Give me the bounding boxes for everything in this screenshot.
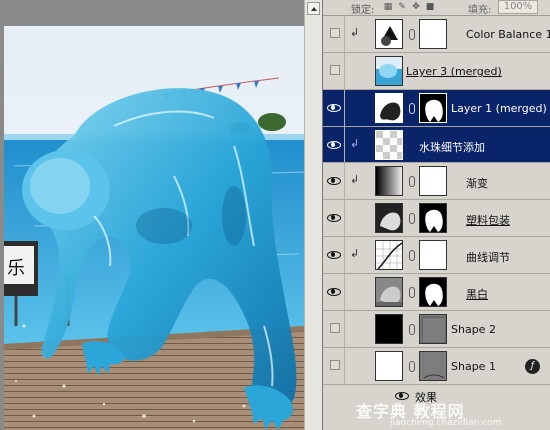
layer-thumbnail [375,130,403,160]
layer-list: ↲ Color Balance 1 Layer 3 (merged) Layer… [323,16,550,407]
eye-icon[interactable] [327,287,341,296]
layer-row-plastic-wrap[interactable]: 塑料包装 [323,200,550,237]
layers-panel: 锁定: ▦ ✎ ✥ ■ 填充: 100% ↲ Color Balance 1 L… [322,0,550,430]
layer-row-shape-2[interactable]: Shape 2 [323,311,550,348]
layer-thumbnail [375,277,403,307]
layer-row-layer-1-merged[interactable]: Layer 1 (merged) ... [323,90,550,127]
layer-row-layer-3-merged[interactable]: Layer 3 (merged) [323,53,550,90]
chain-link-icon[interactable] [409,287,415,298]
lock-image-icon[interactable]: ✎ [397,2,407,12]
eye-icon[interactable] [327,250,341,259]
layer-name: 塑料包装 [466,214,510,227]
layer-mask-thumbnail [419,203,447,233]
layer-mask-thumbnail [419,277,447,307]
layer-name: Layer 3 (merged) [406,65,502,78]
lock-label: 锁定: [351,5,375,16]
layer-name: 渐变 [466,177,488,190]
vector-mask-thumbnail [419,314,447,344]
vector-mask-thumbnail [419,351,447,381]
eye-icon[interactable] [327,140,341,149]
layer-thumbnail [375,56,403,86]
visibility-toggle[interactable] [323,200,345,236]
scroll-up-arrow-icon[interactable] [307,2,320,15]
visibility-toggle[interactable] [323,16,345,52]
layer-name: Layer 1 (merged) ... [451,102,550,115]
chain-link-icon[interactable] [409,250,415,261]
fx-icon[interactable]: ƒ [525,359,540,374]
layer-name: Shape 1 [451,360,496,373]
watermark: 查字典 教程网 jiaocheng.chazidian.com [356,398,501,428]
lock-position-icon[interactable]: ✥ [411,2,421,12]
layer-mask-thumbnail [419,93,447,123]
layer-name: Shape 2 [451,323,496,336]
curves-thumbnail [375,240,403,270]
canvas-artwork: 乐 [4,26,305,430]
eye-icon[interactable] [327,103,341,112]
chain-link-icon[interactable] [409,361,415,372]
clipping-arrow-icon: ↲ [350,173,360,186]
clipping-arrow-icon: ↲ [350,247,360,260]
layer-name: 水珠细节添加 [419,141,485,154]
visibility-off-box[interactable] [330,65,340,75]
layer-name: Color Balance 1 [466,28,550,41]
visibility-toggle[interactable] [323,90,345,126]
adjustment-thumbnail [375,19,403,49]
layer-mask-thumbnail [419,166,447,196]
lock-all-icon[interactable]: ■ [425,2,435,12]
layer-row-shape-1[interactable]: Shape 1 ƒ [323,348,550,385]
visibility-toggle[interactable] [323,53,345,89]
layer-name: 曲线调节 [466,251,510,264]
fill-opacity-field[interactable]: 100% [498,0,538,14]
layer-thumbnail [375,351,403,381]
visibility-toggle[interactable] [323,311,345,347]
visibility-toggle[interactable] [323,348,345,384]
visibility-off-box[interactable] [330,360,340,370]
layer-row-water-droplet-detail[interactable]: ↲ 水珠细节添加 [323,127,550,163]
canvas-vertical-scrollbar[interactable] [304,0,322,430]
visibility-toggle[interactable] [323,163,345,199]
visibility-toggle[interactable] [323,127,345,162]
fill-label: 填充: [468,5,492,16]
layer-mask-thumbnail [419,19,447,49]
layer-row-gradient[interactable]: ↲ 渐变 [323,163,550,200]
gradient-thumbnail [375,166,403,196]
lock-transparency-icon[interactable]: ▦ [383,2,393,12]
layer-thumbnail [375,314,403,344]
eye-icon[interactable] [327,176,341,185]
layer-thumbnail [375,203,403,233]
layer-mask-thumbnail [419,240,447,270]
clipping-arrow-icon: ↲ [350,26,360,39]
visibility-toggle[interactable] [323,274,345,310]
layer-row-curves-adjust[interactable]: ↲ 曲线调节 [323,237,550,274]
layer-thumbnail [375,93,403,123]
layer-row-color-balance-1[interactable]: ↲ Color Balance 1 [323,16,550,53]
visibility-off-box[interactable] [330,28,340,38]
svg-text:乐: 乐 [7,258,25,279]
chain-link-icon[interactable] [409,213,415,224]
layer-row-black-white[interactable]: 黑白 [323,274,550,311]
chain-link-icon[interactable] [409,103,415,114]
chain-link-icon[interactable] [409,29,415,40]
visibility-off-box[interactable] [330,323,340,333]
layers-panel-options-bar: 锁定: ▦ ✎ ✥ ■ 填充: 100% [323,0,550,16]
document-canvas[interactable]: 乐 [4,26,305,430]
layer-name: 黑白 [466,288,488,301]
visibility-toggle[interactable] [323,237,345,273]
watermark-url: jiaocheng.chazidian.com [390,418,502,428]
eye-icon[interactable] [327,213,341,222]
canvas-area: 乐 [0,0,322,430]
clipping-arrow-icon: ↲ [350,137,360,150]
chain-link-icon[interactable] [409,324,415,335]
chain-link-icon[interactable] [409,176,415,187]
